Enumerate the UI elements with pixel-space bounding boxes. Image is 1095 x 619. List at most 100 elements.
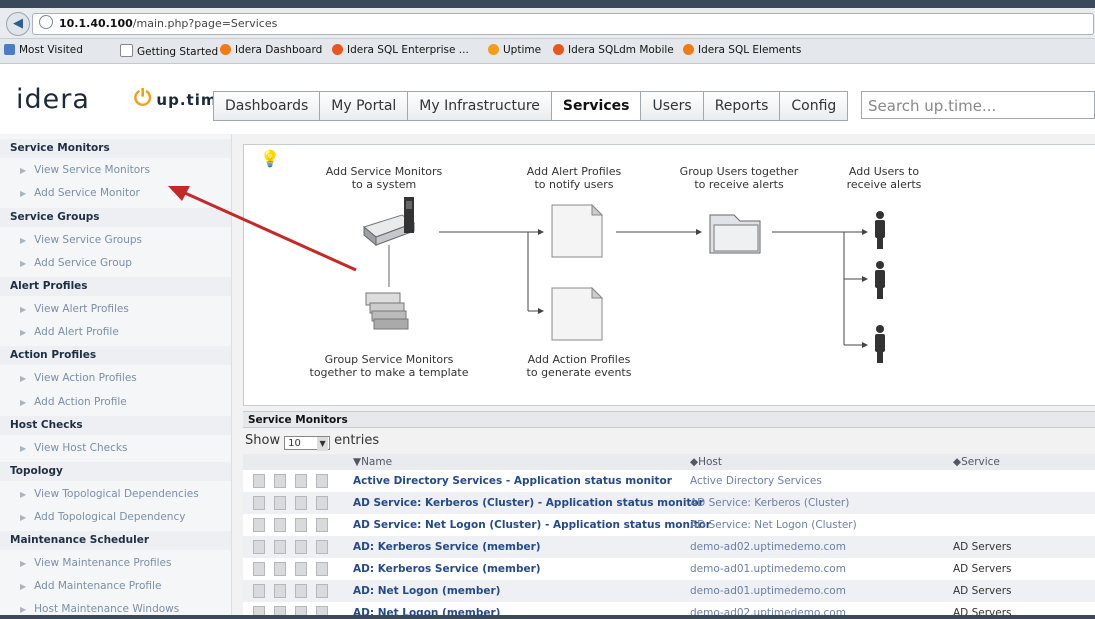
info-icon[interactable] [253,540,265,554]
monitor-host[interactable]: demo-ad02.uptimedemo.com [690,536,846,558]
app-header: idera ⏻ up.time Dashboards My Portal My I… [0,64,1095,134]
sidebar-heading-maintenance-scheduler: Maintenance Scheduler [0,531,231,550]
monitor-name[interactable]: AD: Net Logon (member) [353,602,500,615]
bookmark-idera-sqldm-mobile[interactable]: Idera SQLdm Mobile [553,44,674,56]
site-info-icon[interactable] [39,15,53,29]
edit-icon[interactable] [274,562,286,576]
sidebar-link-view-service-groups[interactable]: View Service Groups [20,231,142,250]
column-host[interactable]: ◆ Host [690,454,722,470]
sidebar-link-add-topological-dependency[interactable]: Add Topological Dependency [20,508,185,527]
table-row: AD: Kerberos Service (member) demo-ad02.… [243,536,1095,558]
user-icon [875,211,885,249]
main-nav: Dashboards My Portal My Infrastructure S… [213,91,849,121]
delete-icon[interactable] [316,496,328,510]
sidebar-link-add-alert-profile[interactable]: Add Alert Profile [20,323,119,342]
bookmark-getting-started[interactable]: Getting Started [120,44,218,58]
delete-icon[interactable] [316,474,328,488]
search-input[interactable]: Search up.time... [861,91,1095,119]
copy-icon[interactable] [295,584,307,598]
edit-icon[interactable] [274,606,286,615]
monitor-host[interactable]: Active Directory Services [690,470,822,492]
sidebar-heading-alert-profiles: Alert Profiles [0,277,231,296]
sidebar: Service Monitors View Service Monitors A… [0,134,232,615]
tab-services[interactable]: Services [551,91,642,121]
edit-icon[interactable] [274,584,286,598]
info-icon[interactable] [253,474,265,488]
tab-my-infrastructure[interactable]: My Infrastructure [408,91,552,121]
edit-icon[interactable] [274,518,286,532]
entries-control: Show10entries [245,433,379,451]
sidebar-link-view-maintenance-profiles[interactable]: View Maintenance Profiles [20,554,171,573]
copy-icon[interactable] [295,606,307,615]
tab-dashboards[interactable]: Dashboards [213,91,321,121]
table-row: Active Directory Services - Application … [243,470,1095,492]
monitor-name[interactable]: AD: Kerberos Service (member) [353,558,541,580]
monitor-name[interactable]: AD Service: Kerberos (Cluster) - Applica… [353,492,704,514]
sidebar-heading-topology: Topology [0,462,231,481]
bookmarks-bar: Most Visited Getting Started Idera Dashb… [0,39,1095,64]
sidebar-link-add-service-group[interactable]: Add Service Group [20,254,132,273]
sidebar-link-view-action-profiles[interactable]: View Action Profiles [20,369,137,388]
url-field[interactable]: 10.1.40.100/main.php?page=Services [32,13,1094,35]
idera-logo: idera ⏻ up.time [16,84,228,115]
user-icon [875,261,885,299]
bookmark-idera-dashboard[interactable]: Idera Dashboard [220,44,322,56]
info-icon[interactable] [253,518,265,532]
back-button[interactable]: ◀ [6,12,30,36]
delete-icon[interactable] [316,540,328,554]
copy-icon[interactable] [295,496,307,510]
column-name[interactable]: ▼ Name [353,454,392,470]
info-icon[interactable] [253,584,265,598]
bookmark-idera-sql-elements[interactable]: Idera SQL Elements [683,44,801,56]
delete-icon[interactable] [316,562,328,576]
monitor-name[interactable]: AD: Net Logon (member) [353,580,500,602]
monitor-group: AD Servers [953,585,1012,597]
delete-icon[interactable] [316,518,328,532]
delete-icon[interactable] [316,584,328,598]
column-service-groups[interactable]: ◆ Service Groups [953,454,1000,484]
sidebar-link-view-service-monitors[interactable]: View Service Monitors [20,161,150,180]
sidebar-link-add-service-monitor[interactable]: Add Service Monitor [20,184,140,203]
monitor-name[interactable]: AD: Kerberos Service (member) [353,536,541,558]
sidebar-link-add-maintenance-profile[interactable]: Add Maintenance Profile [20,577,161,596]
bookmark-most-visited[interactable]: Most Visited [4,44,83,56]
tab-reports[interactable]: Reports [703,91,781,121]
table-row: AD: Kerberos Service (member) demo-ad01.… [243,558,1095,580]
table-header: ▼ Name ◆ Host ◆ Service Groups [243,454,1095,484]
info-icon[interactable] [253,562,265,576]
service-monitors-table-title: Service Monitors [243,411,1095,428]
sidebar-link-view-host-checks[interactable]: View Host Checks [20,439,127,458]
monitor-group: AD Servers [953,541,1012,553]
sidebar-link-view-alert-profiles[interactable]: View Alert Profiles [20,300,129,319]
bookmark-uptime[interactable]: Uptime [488,44,541,56]
bookmark-idera-sql-enterprise[interactable]: Idera SQL Enterprise ... [332,44,469,56]
monitor-host[interactable]: demo-ad02.uptimedemo.com [690,602,846,615]
monitor-host[interactable]: demo-ad01.uptimedemo.com [690,580,846,602]
monitor-name[interactable]: Active Directory Services - Application … [353,470,672,492]
info-icon[interactable] [253,496,265,510]
copy-icon[interactable] [295,474,307,488]
tab-config[interactable]: Config [780,91,849,121]
table-row: AD: Net Logon (member) demo-ad01.uptimed… [243,580,1095,602]
tab-my-portal[interactable]: My Portal [320,91,409,121]
table-row: AD Service: Net Logon (Cluster) - Applic… [243,514,1095,536]
edit-icon[interactable] [274,474,286,488]
sidebar-link-host-maintenance-windows[interactable]: Host Maintenance Windows [20,600,179,619]
entries-select[interactable]: 10 [284,436,331,451]
sidebar-link-view-topological-dependencies[interactable]: View Topological Dependencies [20,485,199,504]
copy-icon[interactable] [295,518,307,532]
alert-profile-doc-icon [551,203,604,258]
user-icon [875,325,885,363]
edit-icon[interactable] [274,540,286,554]
info-icon[interactable] [253,606,265,615]
monitor-host[interactable]: AD Service: Kerberos (Cluster) [690,492,849,514]
tab-users[interactable]: Users [641,91,704,121]
copy-icon[interactable] [295,540,307,554]
monitor-name[interactable]: AD Service: Net Logon (Cluster) - Applic… [353,514,711,536]
copy-icon[interactable] [295,562,307,576]
edit-icon[interactable] [274,496,286,510]
monitor-host[interactable]: demo-ad01.uptimedemo.com [690,558,846,580]
delete-icon[interactable] [316,606,328,615]
monitor-host[interactable]: AD Service: Net Logon (Cluster) [690,514,857,536]
sidebar-link-add-action-profile[interactable]: Add Action Profile [20,393,127,412]
